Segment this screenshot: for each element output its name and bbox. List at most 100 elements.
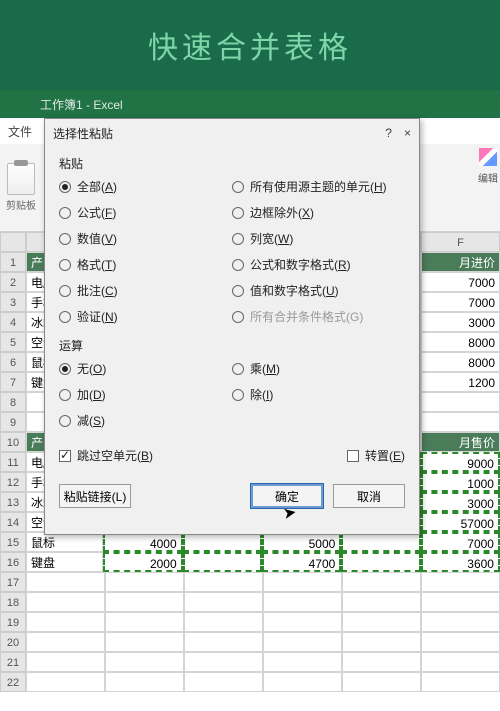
col-header[interactable]: F xyxy=(421,232,500,252)
cell[interactable]: 2000 xyxy=(103,552,182,572)
radio-validate[interactable]: 验证(N) xyxy=(59,308,232,325)
radio-fmlfmt[interactable]: 公式和数字格式(R) xyxy=(232,256,405,273)
cell[interactable] xyxy=(342,612,421,632)
row-header[interactable]: 3 xyxy=(0,292,26,312)
row-header[interactable]: 12 xyxy=(0,472,26,492)
paste-icon[interactable] xyxy=(7,163,35,195)
cell[interactable] xyxy=(421,632,500,652)
row-header[interactable]: 2 xyxy=(0,272,26,292)
cell[interactable]: 键盘 xyxy=(26,552,103,572)
radio-noborder[interactable]: 边框除外(X) xyxy=(232,204,405,221)
row-header[interactable]: 10 xyxy=(0,432,26,452)
cell[interactable]: 1200 xyxy=(421,372,500,392)
cell[interactable] xyxy=(26,672,105,692)
cell[interactable] xyxy=(105,632,184,652)
cell[interactable] xyxy=(421,412,500,432)
cell[interactable] xyxy=(184,672,263,692)
row-header[interactable]: 21 xyxy=(0,652,26,672)
radio-all[interactable]: 全部(A) xyxy=(59,178,232,195)
cell[interactable] xyxy=(183,532,262,552)
cell[interactable] xyxy=(26,652,105,672)
checkbox-transpose[interactable]: 转置(E) xyxy=(347,447,405,464)
row-header[interactable]: 13 xyxy=(0,492,26,512)
cell[interactable]: 3600 xyxy=(421,552,500,572)
row-header[interactable]: 19 xyxy=(0,612,26,632)
row-header[interactable]: 17 xyxy=(0,572,26,592)
cell[interactable] xyxy=(421,612,500,632)
radio-valfmt[interactable]: 值和数字格式(U) xyxy=(232,282,405,299)
cell[interactable] xyxy=(26,612,105,632)
radio-sub[interactable]: 减(S) xyxy=(59,412,232,429)
cell[interactable] xyxy=(421,572,500,592)
cell[interactable] xyxy=(184,612,263,632)
cell[interactable] xyxy=(342,592,421,612)
cell[interactable]: 57000 xyxy=(421,512,500,532)
cell[interactable]: 4700 xyxy=(262,552,341,572)
cell[interactable]: 8000 xyxy=(421,332,500,352)
cell[interactable]: 月售价 xyxy=(421,432,500,452)
cell[interactable] xyxy=(26,632,105,652)
cell[interactable] xyxy=(183,552,262,572)
cell[interactable]: 5000 xyxy=(262,532,341,552)
cell[interactable] xyxy=(105,672,184,692)
cell[interactable]: 1000 xyxy=(421,472,500,492)
row-header[interactable]: 20 xyxy=(0,632,26,652)
cell[interactable] xyxy=(105,572,184,592)
cell[interactable]: 4000 xyxy=(103,532,182,552)
cell[interactable] xyxy=(26,572,105,592)
cell[interactable] xyxy=(263,592,342,612)
radio-comment[interactable]: 批注(C) xyxy=(59,282,232,299)
cell[interactable] xyxy=(184,572,263,592)
tab-file[interactable]: 文件 xyxy=(6,119,34,144)
cell[interactable]: 3000 xyxy=(421,492,500,512)
cell[interactable] xyxy=(263,612,342,632)
radio-div[interactable]: 除(I) xyxy=(232,386,405,403)
cell[interactable]: 7000 xyxy=(421,292,500,312)
pencil-icon[interactable] xyxy=(479,148,497,166)
row-header[interactable]: 18 xyxy=(0,592,26,612)
radio-format[interactable]: 格式(T) xyxy=(59,256,232,273)
cell[interactable] xyxy=(421,592,500,612)
cell[interactable]: 3000 xyxy=(421,312,500,332)
cell[interactable] xyxy=(342,652,421,672)
cell[interactable] xyxy=(26,592,105,612)
cell[interactable] xyxy=(342,572,421,592)
close-icon[interactable]: × xyxy=(404,126,411,140)
row-header[interactable]: 5 xyxy=(0,332,26,352)
radio-formula[interactable]: 公式(F) xyxy=(59,204,232,221)
cell[interactable]: 鼠标 xyxy=(26,532,103,552)
cell[interactable] xyxy=(421,672,500,692)
row-header[interactable]: 14 xyxy=(0,512,26,532)
cell[interactable] xyxy=(184,632,263,652)
cell[interactable] xyxy=(184,592,263,612)
radio-mul[interactable]: 乘(M) xyxy=(232,360,405,377)
radio-add[interactable]: 加(D) xyxy=(59,386,232,403)
cell[interactable] xyxy=(263,672,342,692)
row-header[interactable]: 4 xyxy=(0,312,26,332)
cell[interactable] xyxy=(342,672,421,692)
cell[interactable] xyxy=(105,612,184,632)
cell[interactable] xyxy=(421,652,500,672)
cell[interactable] xyxy=(341,552,420,572)
row-header[interactable]: 9 xyxy=(0,412,26,432)
row-header[interactable]: 7 xyxy=(0,372,26,392)
row-header[interactable]: 15 xyxy=(0,532,26,552)
help-icon[interactable]: ? xyxy=(385,126,392,140)
radio-theme[interactable]: 所有使用源主题的单元(H) xyxy=(232,178,405,195)
radio-value[interactable]: 数值(V) xyxy=(59,230,232,247)
cell[interactable] xyxy=(342,632,421,652)
cell[interactable] xyxy=(184,652,263,672)
cell[interactable] xyxy=(421,392,500,412)
cell[interactable] xyxy=(105,652,184,672)
row-header[interactable]: 16 xyxy=(0,552,26,572)
row-header[interactable]: 22 xyxy=(0,672,26,692)
paste-link-button[interactable]: 粘贴链接(L) xyxy=(59,484,131,508)
cell[interactable] xyxy=(341,532,420,552)
radio-none[interactable]: 无(O) xyxy=(59,360,232,377)
cell[interactable]: 月进价 xyxy=(421,252,500,272)
cell[interactable] xyxy=(263,632,342,652)
cell[interactable]: 7000 xyxy=(421,532,500,552)
cell[interactable]: 8000 xyxy=(421,352,500,372)
row-header[interactable]: 1 xyxy=(0,252,26,272)
row-header[interactable]: 8 xyxy=(0,392,26,412)
